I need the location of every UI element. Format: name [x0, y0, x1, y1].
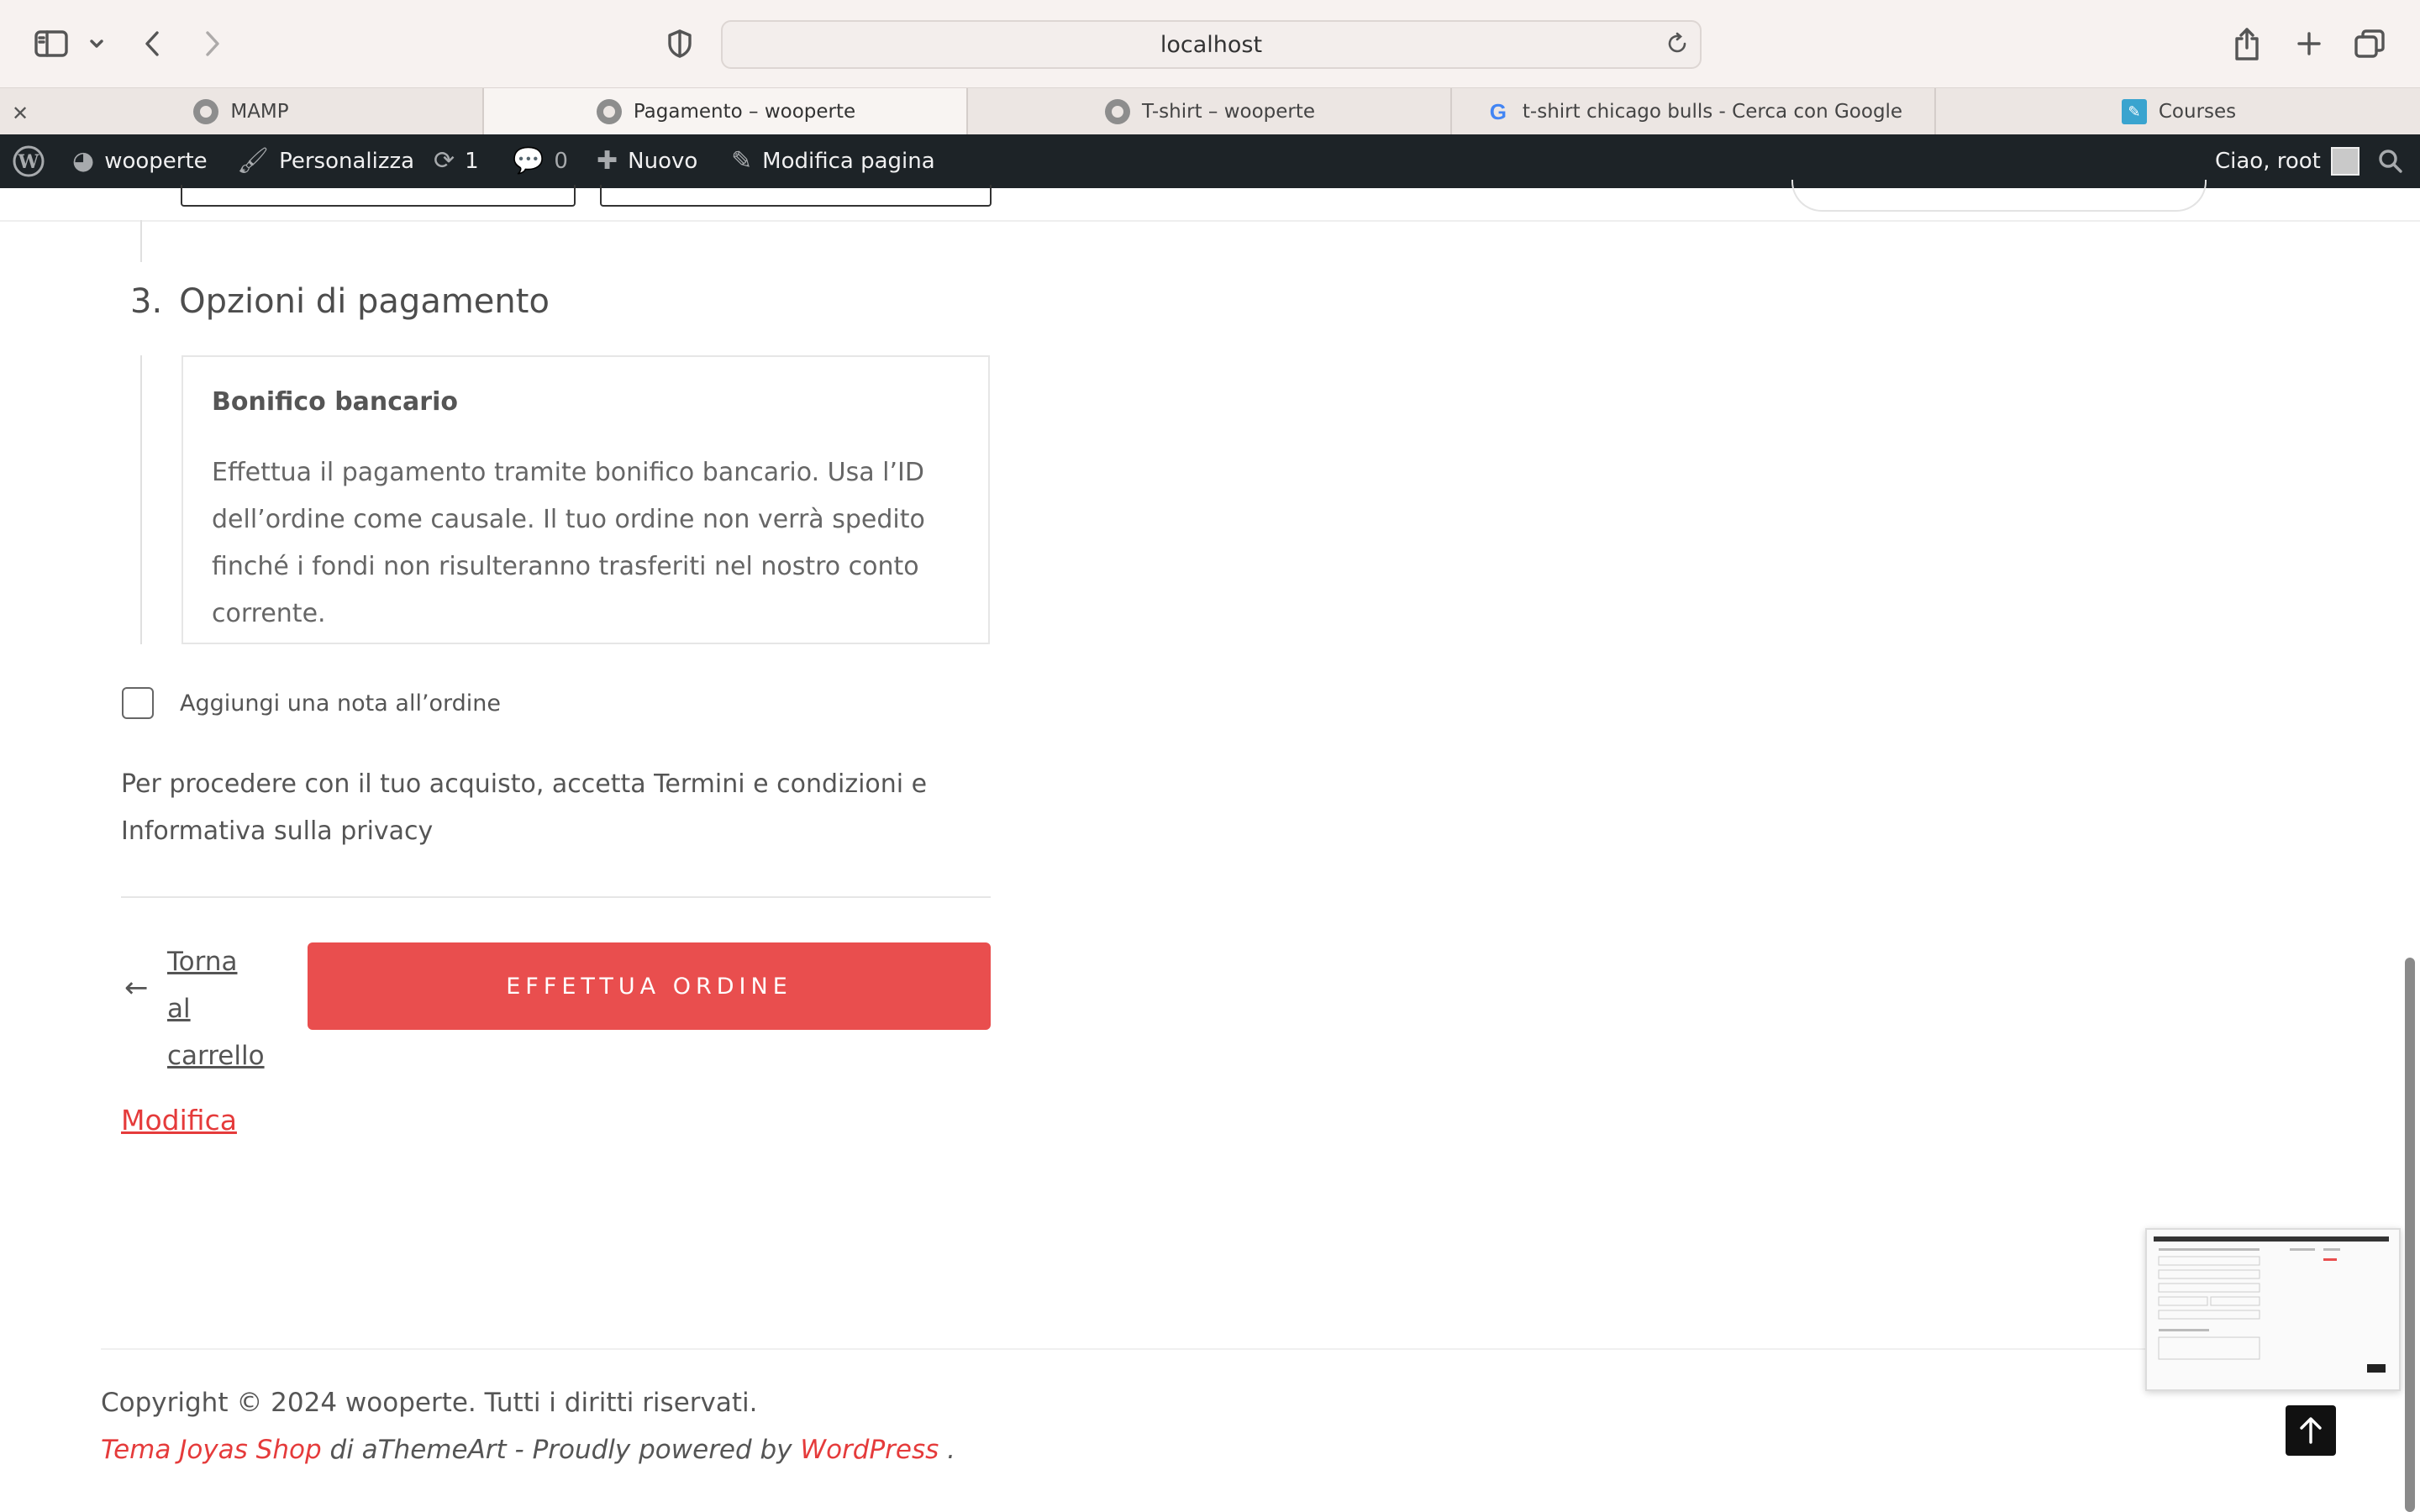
- tab-google-search[interactable]: G t-shirt chicago bulls - Cerca con Goog…: [1450, 88, 1936, 135]
- comments-count: 0: [554, 149, 568, 174]
- reload-icon[interactable]: [1666, 32, 1688, 61]
- form-field-bottom-right[interactable]: [600, 185, 992, 207]
- chevron-down-icon[interactable]: [87, 0, 106, 87]
- comment-icon: 💬: [513, 146, 544, 176]
- header-search-field[interactable]: [1791, 180, 2207, 212]
- svg-text:W: W: [18, 151, 39, 173]
- footer-credits: Tema Joyas Shop di aThemeArt - Proudly p…: [101, 1435, 955, 1465]
- footer-divider: [101, 1348, 2386, 1350]
- theme-link[interactable]: Tema Joyas Shop: [101, 1435, 322, 1465]
- tab-label: Courses: [2158, 101, 2237, 123]
- share-icon[interactable]: [2230, 0, 2264, 87]
- screenshot-thumbnail[interactable]: [2145, 1228, 2401, 1391]
- browser-toolbar: localhost: [0, 0, 2420, 87]
- step-connector-line: [140, 220, 142, 262]
- tab-bar: ✕ MAMP Pagamento – wooperte T-shirt – wo…: [0, 87, 2420, 136]
- brush-icon: 🖌: [237, 146, 270, 176]
- address-bar[interactable]: localhost: [721, 20, 1702, 69]
- tab-label: t-shirt chicago bulls - Cerca con Google: [1522, 101, 1903, 123]
- form-field-bottom-left[interactable]: [181, 185, 576, 207]
- wordpress-favicon-icon: [596, 99, 622, 124]
- updates-count: 1: [465, 149, 479, 174]
- updates-icon: ⟳: [434, 146, 455, 176]
- comments-link[interactable]: 💬 0: [513, 134, 568, 188]
- plus-icon: ✚: [597, 146, 618, 176]
- updates-link[interactable]: ⟳ 1: [434, 134, 479, 188]
- tab-overview-icon[interactable]: [2353, 0, 2386, 87]
- tab-label: MAMP: [230, 101, 289, 123]
- new-tab-icon[interactable]: [2292, 0, 2326, 87]
- step-connector-line: [140, 355, 142, 644]
- step-title: Opzioni di pagamento: [179, 282, 550, 321]
- arrow-left-icon[interactable]: ←: [124, 971, 149, 1005]
- search-icon[interactable]: [2378, 134, 2403, 188]
- edit-page-label: Modifica pagina: [762, 149, 935, 174]
- payment-method-box[interactable]: Bonifico bancario Effettua il pagamento …: [182, 355, 990, 644]
- customize-link[interactable]: 🖌 Personalizza: [237, 134, 414, 188]
- forward-icon[interactable]: [200, 0, 225, 87]
- privacy-shield-icon[interactable]: [666, 0, 694, 87]
- scroll-to-top-button[interactable]: [2286, 1405, 2336, 1456]
- avatar: [2330, 147, 2360, 176]
- wordpress-link[interactable]: WordPress: [800, 1435, 939, 1465]
- wordpress-favicon-icon: [1104, 99, 1130, 124]
- order-note-label[interactable]: Aggiungi una nota all’ordine: [180, 690, 501, 717]
- wordpress-logo-icon[interactable]: W: [12, 134, 45, 188]
- step-number: 3.: [130, 282, 163, 321]
- wordpress-favicon-icon: [193, 99, 219, 124]
- new-content-link[interactable]: ✚ Nuovo: [597, 134, 697, 188]
- tab-courses[interactable]: ✎ Courses: [1934, 88, 2420, 135]
- order-note-checkbox[interactable]: [122, 687, 154, 719]
- google-favicon-icon: G: [1489, 98, 1507, 124]
- credits-text: di aThemeArt - Proudly powered by: [321, 1435, 801, 1465]
- site-header-strip: [0, 180, 2420, 222]
- divider: [121, 896, 991, 898]
- courses-favicon-icon: ✎: [2121, 99, 2147, 124]
- payment-step-heading: 3. Opzioni di pagamento: [130, 282, 550, 321]
- place-order-button[interactable]: EFFETTUA ORDINE: [308, 942, 991, 1030]
- url-text: localhost: [1160, 31, 1263, 58]
- back-icon[interactable]: [139, 0, 165, 87]
- tab-tshirt[interactable]: T-shirt – wooperte: [966, 88, 1452, 135]
- close-icon[interactable]: ✕: [12, 103, 29, 123]
- new-label: Nuovo: [628, 149, 698, 174]
- tab-mamp[interactable]: ✕ MAMP: [0, 88, 482, 135]
- tab-pagamento[interactable]: Pagamento – wooperte: [482, 88, 968, 135]
- account-menu[interactable]: Ciao, root: [2215, 134, 2360, 188]
- terms-notice: Per procedere con il tuo acquisto, accet…: [121, 769, 928, 846]
- arrow-up-icon: [2300, 1417, 2322, 1444]
- edit-link[interactable]: Modifica: [121, 1104, 237, 1137]
- sidebar-icon[interactable]: [32, 0, 71, 87]
- footer-copyright: Copyright © 2024 wooperte. Tutti i dirit…: [101, 1388, 758, 1418]
- edit-page-link[interactable]: ✎ Modifica pagina: [731, 134, 935, 188]
- payment-method-title: Bonifico bancario: [212, 387, 458, 417]
- pencil-icon: ✎: [731, 146, 753, 176]
- greeting-label: Ciao, root: [2215, 149, 2321, 174]
- credits-end: .: [939, 1435, 955, 1465]
- site-name-label: wooperte: [104, 149, 208, 174]
- page-scrollbar[interactable]: [2405, 958, 2415, 1512]
- tab-label: T-shirt – wooperte: [1141, 101, 1316, 123]
- site-name-menu[interactable]: ◕ wooperte: [72, 134, 208, 188]
- tab-label: Pagamento – wooperte: [633, 101, 856, 123]
- dashboard-icon: ◕: [72, 146, 95, 176]
- payment-method-description: Effettua il pagamento tramite bonifico b…: [212, 458, 925, 628]
- customize-label: Personalizza: [279, 149, 415, 174]
- back-to-cart-link[interactable]: Torna al carrello: [167, 938, 268, 1079]
